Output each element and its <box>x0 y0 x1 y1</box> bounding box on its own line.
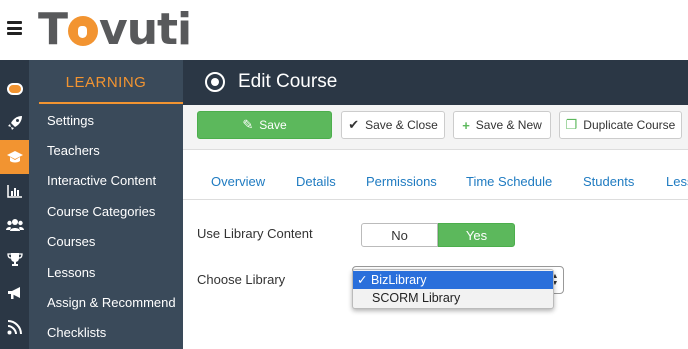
tovuti-logo: Tvuti <box>38 4 192 55</box>
checkmark-icon: ✔ <box>348 117 360 132</box>
choose-library-label: Choose Library <box>197 272 286 287</box>
sidebar-item-teachers[interactable]: Teachers <box>47 143 100 158</box>
sidebar-item-lessons[interactable]: Lessons <box>47 265 95 280</box>
copy-icon: ❐ <box>565 117 578 132</box>
page-header: Edit Course <box>183 60 688 105</box>
tab-students[interactable]: Students <box>583 174 634 189</box>
sidebar-item-courses[interactable]: Courses <box>47 234 95 249</box>
plus-icon: + <box>462 117 470 133</box>
graduation-cap-icon[interactable] <box>0 140 29 174</box>
library-option[interactable]: SCORM Library <box>353 289 553 307</box>
sidebar-item-interactive-content[interactable]: Interactive Content <box>47 173 156 188</box>
save-new-button[interactable]: + Save & New <box>453 111 551 139</box>
edit-icon: ✎ <box>242 117 254 132</box>
save-button[interactable]: ✎ Save <box>197 111 332 139</box>
feed-icon[interactable] <box>0 310 29 344</box>
avatar-icon[interactable] <box>0 72 29 106</box>
toggle-no-button[interactable]: No <box>361 223 438 247</box>
save-close-button[interactable]: ✔ Save & Close <box>341 111 445 139</box>
tab-time-schedule[interactable]: Time Schedule <box>466 174 552 189</box>
sidebar-item-course-categories[interactable]: Course Categories <box>47 204 155 219</box>
sidebar-item-settings[interactable]: Settings <box>47 113 94 128</box>
use-library-content-label: Use Library Content <box>197 226 313 241</box>
sidebar-item-checklists[interactable]: Checklists <box>47 325 106 340</box>
icon-rail <box>0 60 29 349</box>
sidebar-item-assign-recommend[interactable]: Assign & Recommend <box>47 295 176 310</box>
duplicate-course-button[interactable]: ❐ Duplicate Course <box>559 111 682 139</box>
radio-icon <box>205 72 225 92</box>
tab-lessons[interactable]: Less <box>666 174 688 189</box>
tab-details[interactable]: Details <box>296 174 336 189</box>
sidebar: LEARNING Settings Teachers Interactive C… <box>29 60 183 349</box>
megaphone-icon[interactable] <box>0 276 29 310</box>
toolbar: ✎ Save ✔ Save & Close + Save & New ❐ Dup… <box>183 105 688 150</box>
hamburger-menu-icon[interactable] <box>7 21 22 35</box>
users-icon[interactable] <box>0 208 29 242</box>
tab-bar: Overview Details Permissions Time Schedu… <box>183 160 688 200</box>
sidebar-divider <box>39 102 183 104</box>
tab-overview[interactable]: Overview <box>211 174 265 189</box>
sidebar-title: LEARNING <box>65 74 147 91</box>
library-option-selected[interactable]: ✓ BizLibrary <box>353 271 553 289</box>
top-bar: Tvuti <box>0 0 688 60</box>
checkmark-icon: ✓ <box>357 273 368 287</box>
page-title: Edit Course <box>238 71 338 92</box>
rocket-icon[interactable] <box>0 106 29 140</box>
tab-permissions[interactable]: Permissions <box>366 174 437 189</box>
toggle-yes-button[interactable]: Yes <box>438 223 515 247</box>
trophy-icon[interactable] <box>0 242 29 276</box>
bar-chart-icon[interactable] <box>0 174 29 208</box>
library-dropdown: ✓ BizLibrary SCORM Library <box>352 269 554 309</box>
